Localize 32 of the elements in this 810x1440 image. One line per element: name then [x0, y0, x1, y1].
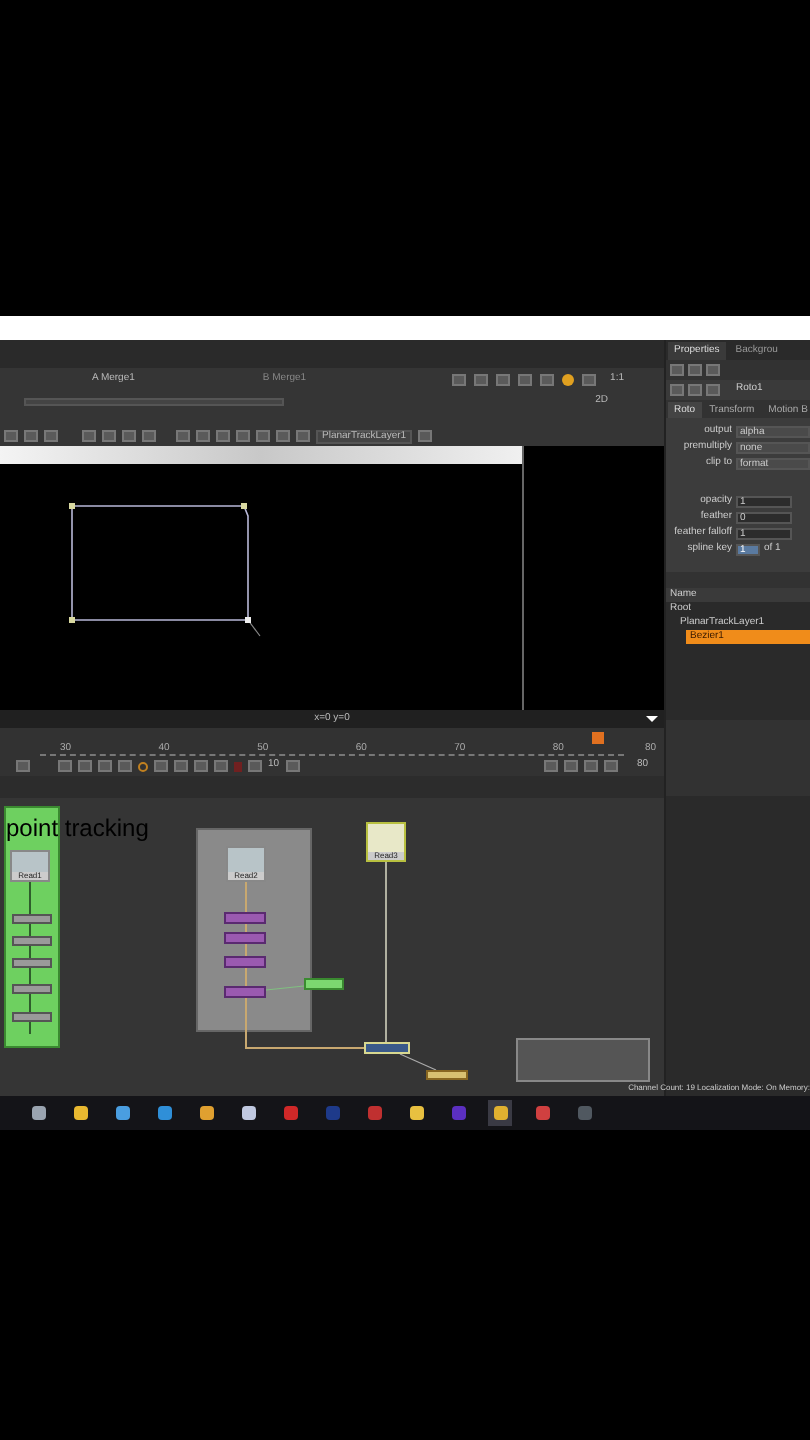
roto-shape-drawing[interactable]	[69, 503, 261, 637]
transform-node[interactable]	[224, 956, 266, 968]
taskbar-app-button[interactable]	[236, 1100, 260, 1126]
merge-node[interactable]	[364, 1042, 410, 1054]
taskbar-app-button[interactable]	[152, 1100, 176, 1126]
transform-node[interactable]	[12, 914, 52, 924]
roto-node[interactable]	[304, 978, 344, 990]
toolbar-button[interactable]	[16, 760, 30, 772]
node-minimap[interactable]	[516, 1038, 650, 1082]
toolbar-button[interactable]	[285, 760, 300, 772]
record-icon[interactable]	[234, 761, 242, 771]
taskbar-app-button[interactable]	[26, 1100, 50, 1126]
transform-node[interactable]	[224, 986, 266, 998]
menu-arrow-icon[interactable]	[646, 716, 658, 722]
loop-icon[interactable]	[138, 761, 148, 771]
taskbar-app-button[interactable]	[68, 1100, 92, 1126]
transform-node[interactable]	[224, 912, 266, 924]
toolbar-button[interactable]	[418, 430, 433, 442]
toolbar-button[interactable]	[248, 760, 262, 772]
connector-line	[399, 1053, 437, 1071]
viewer-node[interactable]	[426, 1070, 468, 1080]
taskbar-app-button[interactable]	[404, 1100, 428, 1126]
transform-node[interactable]	[12, 984, 52, 994]
viewer-info-strip[interactable]	[24, 398, 284, 406]
transform-node[interactable]	[12, 1012, 52, 1022]
transform-node[interactable]	[224, 932, 266, 944]
taskbar-app-button[interactable]	[194, 1100, 218, 1126]
transform-node[interactable]	[12, 936, 52, 946]
taskbar-app-button[interactable]	[488, 1100, 512, 1126]
transform-node[interactable]	[12, 958, 52, 968]
toolbar-button[interactable]	[582, 374, 597, 386]
taskbar-app-button[interactable]	[110, 1100, 134, 1126]
